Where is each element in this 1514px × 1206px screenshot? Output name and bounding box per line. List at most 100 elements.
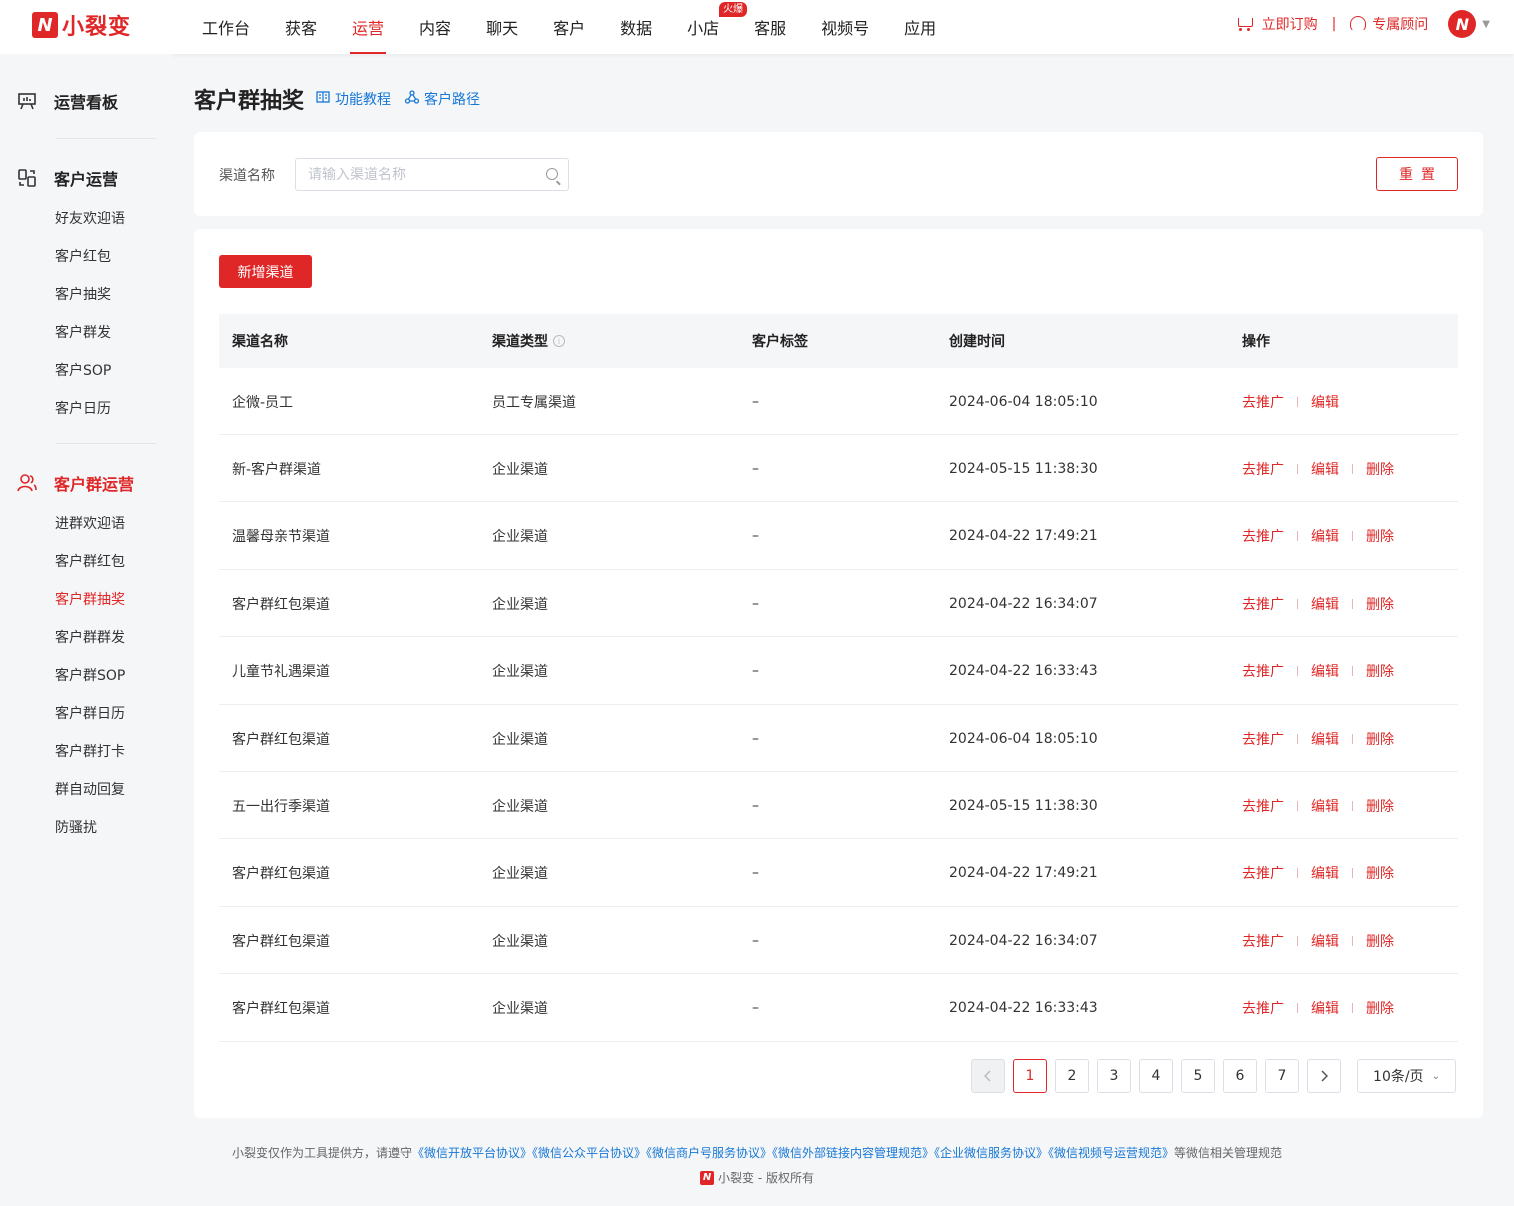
- brand-logo[interactable]: N 小裂变: [32, 11, 131, 40]
- sidebar-item[interactable]: 客户日历: [55, 398, 111, 418]
- add-channel-button[interactable]: 新增渠道: [219, 255, 312, 288]
- edit-link[interactable]: 编辑: [1311, 459, 1339, 479]
- edit-link[interactable]: 编辑: [1311, 998, 1339, 1018]
- sidebar-item[interactable]: 客户群群发: [55, 627, 125, 647]
- footer-agreement-link[interactable]: 《微信外部链接内容管理规范》: [772, 1146, 934, 1160]
- path-link[interactable]: 客户路径: [404, 89, 480, 109]
- nav-item[interactable]: 工作台: [190, 0, 262, 54]
- next-page-button[interactable]: [1307, 1059, 1341, 1093]
- top-right-actions: 立即订购 | 专属顾问 N ▼: [1236, 0, 1490, 48]
- prev-page-button[interactable]: [971, 1059, 1005, 1093]
- advisor-label: 专属顾问: [1372, 17, 1429, 33]
- delete-link[interactable]: 删除: [1366, 459, 1394, 479]
- nav-item[interactable]: 视频号: [809, 0, 881, 54]
- sidebar-item[interactable]: 客户SOP: [55, 360, 111, 380]
- delete-link[interactable]: 删除: [1366, 594, 1394, 614]
- promote-link[interactable]: 去推广: [1242, 931, 1284, 951]
- sidebar-item[interactable]: 客户抽奖: [55, 284, 111, 304]
- nav-item[interactable]: 客户: [541, 0, 597, 54]
- promote-link[interactable]: 去推广: [1242, 594, 1284, 614]
- action-divider: [1297, 396, 1298, 407]
- sidebar-item[interactable]: 客户群SOP: [55, 665, 125, 685]
- sidebar-item[interactable]: 进群欢迎语: [55, 513, 125, 533]
- footer-copyright: N 小裂变 - 版权所有: [0, 1169, 1514, 1186]
- page-size-select[interactable]: 10条/页 ⌄: [1357, 1059, 1456, 1093]
- page-number[interactable]: 7: [1265, 1059, 1299, 1093]
- cell-actions: 去推广 编辑 删除: [1242, 975, 1394, 1042]
- cell-customer-tag: –: [752, 528, 759, 545]
- promote-link[interactable]: 去推广: [1242, 998, 1284, 1018]
- footer-agreement-link[interactable]: 《微信商户号服务协议》: [646, 1146, 772, 1160]
- tutorial-link[interactable]: 功能教程: [316, 89, 391, 109]
- sidebar-item[interactable]: 客户红包: [55, 246, 111, 266]
- edit-link[interactable]: 编辑: [1311, 526, 1339, 546]
- sidebar-item[interactable]: 群自动回复: [55, 779, 125, 799]
- edit-link[interactable]: 编辑: [1311, 392, 1339, 412]
- delete-link[interactable]: 删除: [1366, 998, 1394, 1018]
- avatar[interactable]: N: [1448, 10, 1477, 38]
- nav-item[interactable]: 聊天: [474, 0, 530, 54]
- sidebar-item[interactable]: 客户群日历: [55, 703, 125, 723]
- delete-link[interactable]: 删除: [1366, 931, 1394, 951]
- advisor-link[interactable]: 专属顾问: [1350, 14, 1428, 34]
- edit-link[interactable]: 编辑: [1311, 729, 1339, 749]
- nav-item-label: 小店: [687, 19, 720, 38]
- nav-item[interactable]: 运营: [340, 0, 396, 54]
- chevron-down-icon[interactable]: ▼: [1482, 19, 1490, 30]
- sidebar-item[interactable]: 好友欢迎语: [55, 208, 125, 228]
- page-number[interactable]: 1: [1013, 1059, 1047, 1093]
- sidebar-group-group-ops[interactable]: 客户群运营: [16, 471, 134, 495]
- delete-link[interactable]: 删除: [1366, 729, 1394, 749]
- nav-item[interactable]: 数据: [608, 0, 664, 54]
- sidebar-item[interactable]: 客户群打卡: [55, 741, 125, 761]
- search-icon[interactable]: [546, 168, 558, 180]
- nav-item[interactable]: 内容: [407, 0, 463, 54]
- channel-search-input[interactable]: [296, 159, 526, 190]
- footer-agreement-link[interactable]: 《企业微信服务协议》: [934, 1146, 1048, 1160]
- page-number[interactable]: 4: [1139, 1059, 1173, 1093]
- page-size-value: 10条/页: [1373, 1069, 1424, 1085]
- footer-agreement-link[interactable]: 《微信开放平台协议》: [412, 1146, 532, 1160]
- column-header-channel-type: 渠道类型 i: [492, 314, 565, 368]
- sidebar-item-dashboard[interactable]: 运营看板: [16, 89, 118, 113]
- sidebar-item[interactable]: 客户群发: [55, 322, 111, 342]
- delete-link[interactable]: 删除: [1366, 796, 1394, 816]
- subscribe-link[interactable]: 立即订购: [1236, 14, 1318, 34]
- reset-button[interactable]: 重置: [1376, 157, 1458, 191]
- footer-agreement-link[interactable]: 《微信公众平台协议》: [532, 1146, 646, 1160]
- promote-link[interactable]: 去推广: [1242, 392, 1284, 412]
- sidebar-item[interactable]: 客户群抽奖: [55, 589, 125, 609]
- page-number[interactable]: 2: [1055, 1059, 1089, 1093]
- delete-link[interactable]: 删除: [1366, 863, 1394, 883]
- promote-link[interactable]: 去推广: [1242, 526, 1284, 546]
- column-header: 操作: [1242, 334, 1270, 350]
- book-icon: [316, 91, 330, 107]
- delete-link[interactable]: 删除: [1366, 661, 1394, 681]
- sidebar-group-customer-ops[interactable]: 客户运营: [16, 166, 118, 190]
- edit-link[interactable]: 编辑: [1311, 796, 1339, 816]
- cell-actions: 去推广 编辑: [1242, 368, 1339, 435]
- nav-item[interactable]: 获客: [273, 0, 329, 54]
- footer-agreement-link[interactable]: 《微信视频号运营规范》: [1048, 1146, 1174, 1160]
- promote-link[interactable]: 去推广: [1242, 661, 1284, 681]
- edit-link[interactable]: 编辑: [1311, 863, 1339, 883]
- sidebar-divider: [56, 443, 156, 444]
- nav-item[interactable]: 小店 火爆: [675, 0, 748, 54]
- info-icon[interactable]: i: [553, 335, 565, 347]
- page-number[interactable]: 6: [1223, 1059, 1257, 1093]
- delete-link[interactable]: 删除: [1366, 526, 1394, 546]
- page-number[interactable]: 3: [1097, 1059, 1131, 1093]
- edit-link[interactable]: 编辑: [1311, 931, 1339, 951]
- action-divider: [1352, 531, 1353, 542]
- page-number[interactable]: 5: [1181, 1059, 1215, 1093]
- sidebar-item[interactable]: 防骚扰: [55, 817, 97, 837]
- nav-item[interactable]: 应用: [892, 0, 948, 54]
- promote-link[interactable]: 去推广: [1242, 796, 1284, 816]
- promote-link[interactable]: 去推广: [1242, 729, 1284, 749]
- nav-item[interactable]: 客服: [742, 0, 798, 54]
- edit-link[interactable]: 编辑: [1311, 594, 1339, 614]
- edit-link[interactable]: 编辑: [1311, 661, 1339, 681]
- promote-link[interactable]: 去推广: [1242, 863, 1284, 883]
- sidebar-item[interactable]: 客户群红包: [55, 551, 125, 571]
- promote-link[interactable]: 去推广: [1242, 459, 1284, 479]
